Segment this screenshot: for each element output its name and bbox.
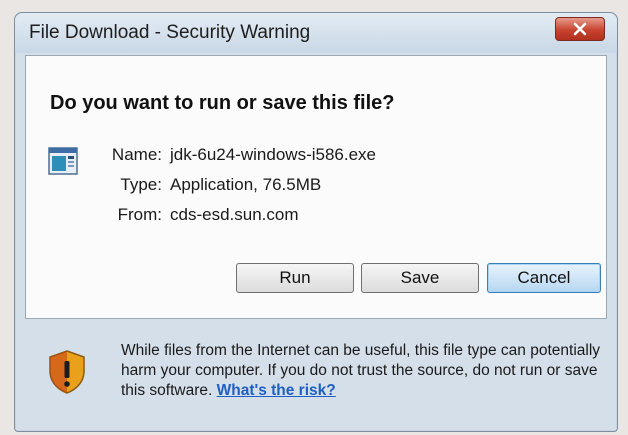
security-warning-dialog: File Download - Security Warning Do you …	[14, 12, 618, 432]
shield-warning-icon	[49, 350, 85, 394]
file-type-label: Type:	[120, 175, 162, 194]
warning-text: While files from the Internet can be use…	[121, 342, 601, 399]
file-source-label: From:	[117, 205, 162, 224]
save-button[interactable]: Save	[361, 263, 479, 293]
run-button[interactable]: Run	[236, 263, 354, 293]
dialog-content: Do you want to run or save this file? Na…	[25, 55, 607, 319]
application-file-icon	[48, 147, 78, 175]
file-source-row: From: cds-esd.sun.com	[86, 205, 299, 225]
warning-message: While files from the Internet can be use…	[121, 341, 601, 401]
dialog-heading: Do you want to run or save this file?	[50, 92, 395, 114]
close-icon	[573, 22, 587, 36]
close-button[interactable]	[555, 17, 605, 41]
title-bar[interactable]: File Download - Security Warning	[15, 13, 617, 53]
file-name-row: Name: jdk-6u24-windows-i586.exe	[86, 145, 376, 165]
file-type-row: Type: Application, 76.5MB	[86, 175, 321, 195]
file-name-value: jdk-6u24-windows-i586.exe	[170, 145, 377, 164]
file-type-value: Application, 76.5MB	[170, 175, 322, 194]
window-title: File Download - Security Warning	[29, 22, 311, 43]
security-warning-area: While files from the Internet can be use…	[25, 321, 605, 421]
whats-the-risk-link[interactable]: What's the risk?	[217, 382, 336, 399]
cancel-button[interactable]: Cancel	[487, 263, 601, 293]
file-source-value: cds-esd.sun.com	[170, 205, 299, 224]
file-name-label: Name:	[111, 145, 162, 164]
